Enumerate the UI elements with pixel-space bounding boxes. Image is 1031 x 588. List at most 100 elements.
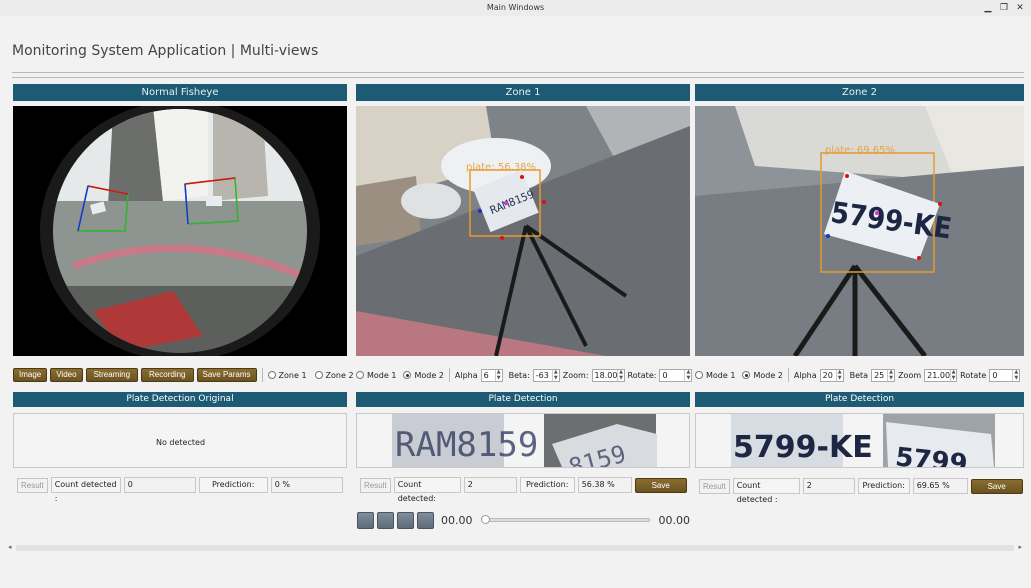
- zone1-save-button[interactable]: Save: [634, 477, 687, 493]
- zone2-plate-text: 5799-KE: [733, 430, 873, 465]
- zoom-spinbox[interactable]: 18.00 ▲ ▼: [591, 368, 625, 382]
- zone2-detection-box: 5799-KE 5799: [695, 413, 1024, 468]
- fisheye-header: Normal Fisheye: [13, 84, 347, 101]
- rotate-value: 0: [662, 370, 668, 380]
- spin-arrows-icon[interactable]: ▲ ▼: [494, 369, 502, 381]
- beta-label: Beta: [849, 370, 869, 380]
- beta-spinbox[interactable]: 25 ▲ ▼: [871, 368, 896, 382]
- scrollbar-thumb[interactable]: [16, 545, 1014, 551]
- maximize-icon[interactable]: ❐: [999, 0, 1009, 16]
- rotate-spinbox[interactable]: 0 ▲ ▼: [659, 368, 693, 382]
- zone1-mode1-radio[interactable]: Mode 1: [356, 371, 396, 380]
- zone1-plate-detection-header: Plate Detection: [356, 392, 690, 407]
- stop-button[interactable]: [397, 511, 414, 529]
- rotate-spinbox[interactable]: 0 ▲ ▼: [989, 368, 1021, 382]
- image-button[interactable]: Image: [13, 368, 48, 382]
- count-value: 2: [463, 477, 517, 493]
- scroll-right-icon[interactable]: ▸: [1018, 543, 1022, 552]
- result-button[interactable]: Result: [699, 478, 730, 494]
- zone2-plate-detection-header: Plate Detection: [695, 392, 1024, 407]
- minimize-icon[interactable]: ▁: [983, 0, 993, 16]
- prediction-value: 69.65 %: [912, 478, 968, 494]
- radio-icon: [742, 371, 751, 379]
- zone2-plate-crops: 5799-KE 5799: [731, 414, 995, 467]
- radio-label: Mode 1: [367, 370, 397, 380]
- original-result-row: Result Count detected : 0 Prediction: 0 …: [17, 477, 343, 503]
- streaming-button[interactable]: Streaming: [85, 368, 139, 382]
- separator: [261, 368, 263, 382]
- prediction-label: Prediction:: [857, 478, 910, 494]
- play-button[interactable]: [357, 511, 374, 529]
- separator: [787, 368, 789, 382]
- spin-arrows-icon[interactable]: ▲ ▼: [950, 369, 956, 381]
- pause-button[interactable]: [377, 511, 394, 529]
- alpha-label: Alpha: [454, 370, 478, 380]
- window-controls: ▁ ❐ ✕: [983, 0, 1025, 16]
- fisheye-controls: Image Video Streaming Recording Save Par…: [13, 366, 354, 384]
- spin-arrows-icon[interactable]: ▲ ▼: [835, 369, 843, 381]
- count-label: Count detected :: [50, 477, 121, 503]
- zoom-value: 18.00: [594, 370, 618, 380]
- total-time: 00.00: [658, 513, 691, 527]
- spin-arrows-icon[interactable]: ▲ ▼: [684, 369, 691, 381]
- spin-arrows-icon[interactable]: ▲ ▼: [1012, 369, 1019, 381]
- radio-icon: [267, 371, 276, 379]
- alpha-spinbox[interactable]: 20 ▲ ▼: [819, 368, 844, 382]
- zoom-value: 21.00: [927, 370, 951, 380]
- zone2-header: Zone 2: [695, 84, 1024, 101]
- fisheye-view: [13, 106, 347, 356]
- rotate-value: 0: [992, 370, 998, 380]
- zone2-controls: Mode 1 Mode 2 Alpha 20 ▲ ▼ Beta 25 ▲ ▼ Zoom …: [695, 366, 1021, 384]
- prediction-label: Prediction:: [519, 477, 575, 493]
- beta-value: -63: [535, 370, 549, 380]
- save-params-button[interactable]: Save Params: [196, 368, 257, 382]
- next-button[interactable]: [417, 511, 434, 529]
- radio-label: Mode 2: [414, 370, 444, 380]
- no-detected-text: No detected: [156, 438, 206, 447]
- spin-arrows-icon[interactable]: ▲ ▼: [551, 369, 559, 381]
- zoom-label: Zoom: [898, 370, 922, 380]
- spin-arrows-icon[interactable]: ▲ ▼: [617, 369, 623, 381]
- result-button[interactable]: Result: [360, 477, 391, 493]
- zone1-detection-box: RAM8159 8159: [356, 413, 690, 468]
- radio-icon: [695, 371, 703, 379]
- zone2-mode1-radio[interactable]: Mode 1: [695, 371, 735, 380]
- title-bar: Main Windows ▁ ❐ ✕: [0, 0, 1031, 16]
- rotate-label: Rotate: [960, 370, 987, 380]
- beta-value: 25: [874, 370, 885, 380]
- page-title: Monitoring System Application | Multi-vi…: [12, 43, 319, 59]
- result-button[interactable]: Result: [17, 477, 48, 493]
- close-icon[interactable]: ✕: [1015, 0, 1025, 16]
- alpha-label: Alpha: [793, 370, 817, 380]
- alpha-spinbox[interactable]: 6 ▲ ▼: [480, 368, 503, 382]
- zone1-radio[interactable]: Zone 1: [267, 370, 307, 380]
- media-player: 00.00 00.00: [357, 511, 690, 529]
- radio-label: Zone 2: [325, 370, 354, 380]
- seek-slider[interactable]: [480, 515, 650, 524]
- zone2-mode2-radio[interactable]: Mode 2: [742, 370, 783, 380]
- zone2-save-button[interactable]: Save: [970, 478, 1023, 494]
- zone2-radio[interactable]: Zone 2: [314, 370, 354, 380]
- window-title: Main Windows: [486, 3, 545, 12]
- scroll-left-icon[interactable]: ◂: [8, 543, 12, 552]
- video-button[interactable]: Video: [50, 368, 83, 382]
- zoom-spinbox[interactable]: 21.00 ▲ ▼: [924, 368, 958, 382]
- separator: [448, 368, 450, 382]
- radio-label: Mode 2: [753, 370, 783, 380]
- horizontal-scrollbar[interactable]: ◂ ▸: [8, 543, 1022, 552]
- zone1-score-text: plate: 56.38%: [466, 162, 536, 173]
- divider: [12, 72, 1024, 73]
- recording-button[interactable]: Recording: [141, 368, 194, 382]
- beta-spinbox[interactable]: -63 ▲ ▼: [532, 368, 560, 382]
- count-label: Count detected :: [732, 478, 800, 504]
- main-window: Main Windows ▁ ❐ ✕ Monitoring System App…: [0, 0, 1031, 588]
- spin-arrows-icon[interactable]: ▲ ▼: [887, 369, 894, 381]
- plate-detection-original-header: Plate Detection Original: [13, 392, 347, 407]
- radio-icon: [314, 371, 323, 379]
- radio-label: Zone 1: [278, 370, 307, 380]
- zone1-plate-crops: RAM8159 8159: [392, 414, 657, 467]
- prediction-label: Prediction:: [198, 477, 268, 493]
- seek-handle[interactable]: [480, 515, 490, 524]
- zone1-mode2-radio[interactable]: Mode 2: [403, 370, 444, 380]
- prediction-value: 0 %: [270, 477, 343, 493]
